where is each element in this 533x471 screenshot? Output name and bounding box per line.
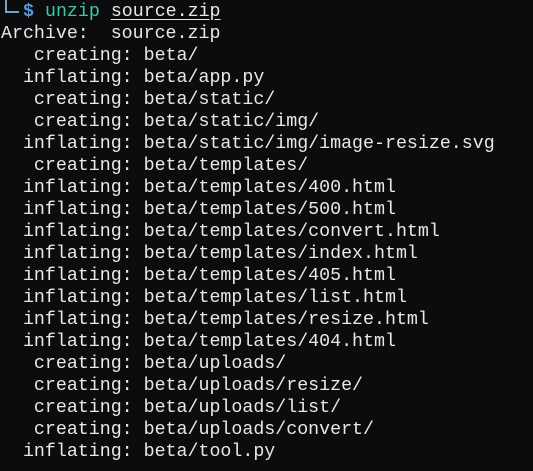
output-line: inflating: beta/static/img/image-resize.…	[1, 134, 495, 154]
output-line: Archive: source.zip	[1, 24, 221, 44]
prompt-symbol: $	[23, 2, 34, 22]
output-line: inflating: beta/templates/index.html	[1, 244, 418, 264]
prompt-content: $ unzip source.zip	[23, 1, 221, 23]
output-line: inflating: beta/templates/400.html	[1, 178, 396, 198]
output-line: inflating: beta/templates/resize.html	[1, 310, 429, 330]
output-line: creating: beta/uploads/list/	[1, 398, 342, 418]
prompt-line: $ unzip source.zip	[0, 0, 533, 23]
output-line: creating: beta/static/	[1, 90, 276, 110]
output-line: inflating: beta/templates/convert.html	[1, 222, 440, 242]
output-line: inflating: beta/templates/404.html	[1, 332, 396, 352]
output-line: inflating: beta/tool.py	[1, 442, 276, 462]
prompt-corner-icon	[5, 0, 19, 13]
output-line: inflating: beta/templates/500.html	[1, 200, 396, 220]
terminal-window[interactable]: $ unzip source.zip Archive: source.zip c…	[0, 0, 533, 471]
output-line: creating: beta/	[1, 46, 199, 66]
command-argument: source.zip	[110, 2, 221, 22]
output-line: creating: beta/uploads/resize/	[1, 376, 364, 396]
output-line: creating: beta/static/img/	[1, 112, 320, 132]
output-line: creating: beta/templates/	[1, 156, 309, 176]
output-line: inflating: beta/app.py	[1, 68, 265, 88]
output-line: creating: beta/uploads/	[1, 354, 287, 374]
command-name: unzip	[44, 2, 100, 22]
output-line: inflating: beta/templates/list.html	[1, 288, 407, 308]
output-line: creating: beta/uploads/convert/	[1, 420, 374, 440]
output-line: inflating: beta/templates/405.html	[1, 266, 396, 286]
